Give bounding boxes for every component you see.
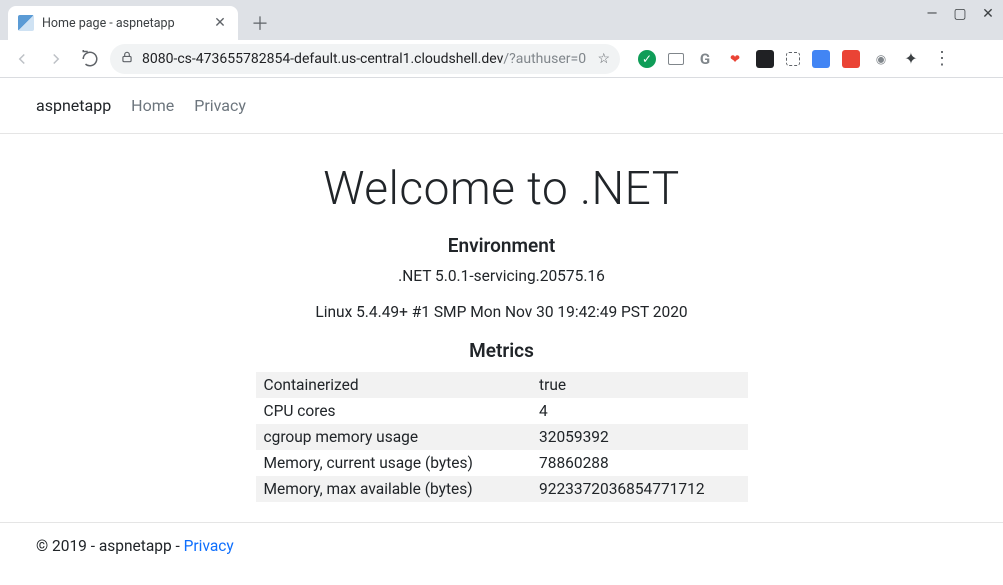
environment-dotnet: .NET 5.0.1-servicing.20575.16 xyxy=(36,267,967,285)
extension-icon[interactable] xyxy=(842,50,860,68)
address-bar[interactable]: 8080-cs-473655782854-default.us-central1… xyxy=(110,44,620,74)
metric-label: Memory, max available (bytes) xyxy=(256,476,532,502)
browser-tab[interactable]: Home page - aspnetapp ✕ xyxy=(8,6,238,40)
nav-forward-button[interactable] xyxy=(42,45,70,73)
extension-icon[interactable] xyxy=(756,50,774,68)
extension-icon[interactable] xyxy=(668,53,684,65)
lock-icon xyxy=(120,50,134,68)
new-tab-button[interactable]: ＋ xyxy=(246,9,274,37)
site-navbar: aspnetapp Home Privacy xyxy=(0,78,1003,134)
extensions-row: ✓ G ❤ ◉ ✦ ⋮ xyxy=(638,48,952,69)
bookmark-star-icon[interactable]: ☆ xyxy=(597,51,610,67)
page-title: Welcome to .NET xyxy=(36,162,967,216)
metric-label: Memory, current usage (bytes) xyxy=(256,450,532,476)
window-minimize-icon[interactable]: — xyxy=(925,6,939,22)
window-close-icon[interactable]: ✕ xyxy=(981,6,995,22)
address-host: 8080-cs-473655782854-default.us-central1… xyxy=(142,51,503,67)
tab-close-icon[interactable]: ✕ xyxy=(212,15,228,31)
address-url: 8080-cs-473655782854-default.us-central1… xyxy=(142,51,586,67)
metric-label: Containerized xyxy=(256,372,532,398)
page-viewport: aspnetapp Home Privacy Welcome to .NET E… xyxy=(0,78,1003,585)
metrics-heading: Metrics xyxy=(36,339,967,362)
window-controls: — ▢ ✕ xyxy=(925,6,995,22)
nav-reload-button[interactable] xyxy=(76,45,104,73)
tab-favicon xyxy=(18,15,34,31)
metrics-table: Containerized true CPU cores 4 cgroup me… xyxy=(256,372,748,502)
metric-value: 4 xyxy=(531,398,747,424)
extension-icon[interactable]: G xyxy=(696,50,714,68)
table-row: Containerized true xyxy=(256,372,748,398)
extension-icon[interactable] xyxy=(812,50,830,68)
metric-value: 78860288 xyxy=(531,450,747,476)
browser-toolbar: 8080-cs-473655782854-default.us-central1… xyxy=(0,40,1003,78)
tab-title: Home page - aspnetapp xyxy=(42,16,204,31)
nav-home-link[interactable]: Home xyxy=(131,96,174,115)
extensions-menu-icon[interactable]: ✦ xyxy=(902,50,920,68)
nav-privacy-link[interactable]: Privacy xyxy=(194,96,246,115)
table-row: Memory, current usage (bytes) 78860288 xyxy=(256,450,748,476)
address-path: /?authuser=0 xyxy=(503,51,586,67)
table-row: CPU cores 4 xyxy=(256,398,748,424)
footer-copyright: © 2019 - aspnetapp - xyxy=(36,537,184,555)
metric-value: 32059392 xyxy=(531,424,747,450)
metric-label: cgroup memory usage xyxy=(256,424,532,450)
browser-menu-icon[interactable]: ⋮ xyxy=(932,48,952,69)
extension-icon[interactable] xyxy=(786,52,800,66)
site-footer: © 2019 - aspnetapp - Privacy xyxy=(0,522,1003,569)
table-row: Memory, max available (bytes) 9223372036… xyxy=(256,476,748,502)
table-row: cgroup memory usage 32059392 xyxy=(256,424,748,450)
environment-os: Linux 5.4.49+ #1 SMP Mon Nov 30 19:42:49… xyxy=(36,303,967,321)
extension-icon[interactable]: ◉ xyxy=(872,50,890,68)
window-maximize-icon[interactable]: ▢ xyxy=(953,6,967,22)
metric-label: CPU cores xyxy=(256,398,532,424)
footer-privacy-link[interactable]: Privacy xyxy=(184,537,234,555)
metric-value: true xyxy=(531,372,747,398)
window-titlebar: Home page - aspnetapp ✕ ＋ — ▢ ✕ xyxy=(0,0,1003,40)
environment-heading: Environment xyxy=(36,234,967,257)
extension-icon[interactable]: ✓ xyxy=(638,50,656,68)
extension-icon[interactable]: ❤ xyxy=(726,50,744,68)
nav-back-button[interactable] xyxy=(8,45,36,73)
main-content: Welcome to .NET Environment .NET 5.0.1-s… xyxy=(0,162,1003,502)
brand-link[interactable]: aspnetapp xyxy=(36,96,111,115)
metric-value: 9223372036854771712 xyxy=(531,476,747,502)
